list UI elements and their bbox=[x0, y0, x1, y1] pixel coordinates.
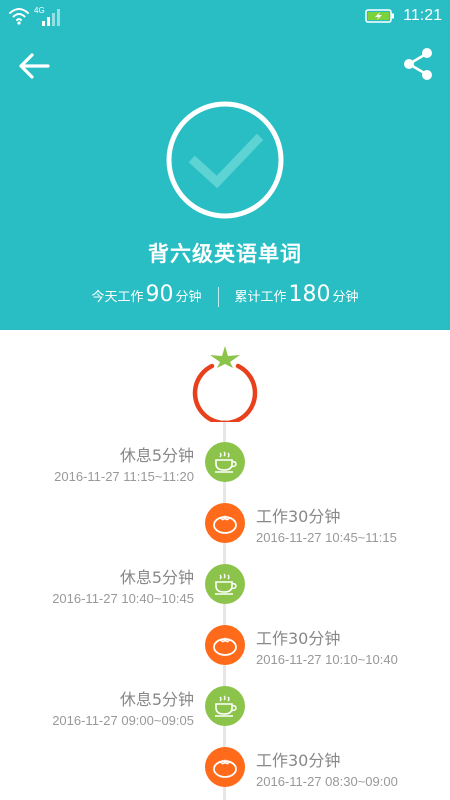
completed-check-circle bbox=[165, 100, 285, 220]
timeline-item-time: 2016-11-27 10:45~11:15 bbox=[256, 530, 397, 545]
status-time: 11:21 bbox=[403, 7, 442, 24]
wifi-signal-icons: 4G bbox=[9, 6, 60, 26]
rest-node bbox=[205, 442, 245, 482]
timeline-item[interactable]: 工作30分钟 2016-11-27 08:30~09:00 bbox=[256, 747, 398, 789]
app-bar bbox=[0, 40, 450, 92]
battery-charging-icon bbox=[365, 9, 395, 23]
rest-node bbox=[205, 564, 245, 604]
timeline-item[interactable]: 工作30分钟 2016-11-27 10:45~11:15 bbox=[256, 503, 397, 545]
timeline-item-time: 2016-11-27 08:30~09:00 bbox=[256, 774, 398, 789]
total-label: 累计工作 bbox=[234, 290, 287, 305]
coffee-cup-icon bbox=[215, 573, 237, 595]
today-label: 今天工作 bbox=[91, 290, 144, 305]
share-icon bbox=[404, 48, 432, 80]
status-right: 11:21 bbox=[365, 6, 442, 26]
tomato-start-marker bbox=[190, 342, 260, 426]
arrow-left-icon bbox=[19, 53, 50, 79]
signal-icon bbox=[42, 9, 60, 26]
status-left: 4G bbox=[8, 5, 64, 27]
work-node bbox=[205, 625, 245, 665]
wifi-icon bbox=[9, 8, 29, 21]
timeline-item-title: 休息5分钟 bbox=[119, 568, 194, 587]
rest-node bbox=[205, 686, 245, 726]
tomato-icon bbox=[213, 637, 237, 656]
total-unit: 分钟 bbox=[332, 290, 359, 305]
timeline-item-time: 2016-11-27 10:40~10:45 bbox=[52, 591, 194, 606]
today-minutes: 90 bbox=[145, 282, 174, 307]
timeline-item-time: 2016-11-27 10:10~10:40 bbox=[256, 652, 398, 667]
coffee-cup-icon bbox=[215, 695, 237, 717]
tomato-ring-icon bbox=[192, 346, 258, 426]
status-bar: 4G 11:21 bbox=[0, 0, 450, 32]
work-stats: 今天工作 90 分钟 累计工作 180 分钟 bbox=[0, 282, 450, 312]
work-node bbox=[205, 747, 245, 787]
timeline-item-time: 2016-11-27 09:00~09:05 bbox=[52, 713, 194, 728]
share-button[interactable] bbox=[400, 46, 436, 82]
timeline-item[interactable]: 工作30分钟 2016-11-27 10:10~10:40 bbox=[256, 625, 398, 667]
tomato-icon bbox=[213, 759, 237, 778]
timeline-item[interactable]: 休息5分钟 2016-11-27 09:00~09:05 bbox=[52, 686, 194, 728]
coffee-cup-icon bbox=[215, 451, 237, 473]
timeline-item-title: 休息5分钟 bbox=[119, 690, 194, 709]
total-minutes: 180 bbox=[288, 282, 331, 307]
timeline-item[interactable]: 休息5分钟 2016-11-27 11:15~11:20 bbox=[54, 442, 194, 484]
timeline-item-title: 休息5分钟 bbox=[119, 446, 194, 465]
check-icon bbox=[166, 101, 284, 219]
stats-divider bbox=[217, 287, 219, 307]
timeline-item-time: 2016-11-27 11:15~11:20 bbox=[54, 469, 194, 484]
back-button[interactable] bbox=[16, 48, 56, 84]
network-type: 4G bbox=[34, 6, 45, 15]
today-unit: 分钟 bbox=[175, 290, 202, 305]
timeline-item-title: 工作30分钟 bbox=[256, 629, 341, 648]
tomato-icon bbox=[213, 515, 237, 534]
timeline-item[interactable]: 休息5分钟 2016-11-27 10:40~10:45 bbox=[52, 564, 194, 606]
timeline-item-title: 工作30分钟 bbox=[256, 751, 341, 770]
header: 4G 11:21 背六级英语单词 今天工作 90 分钟 累计工作 180 分钟 bbox=[0, 0, 450, 330]
timeline-item-title: 工作30分钟 bbox=[256, 507, 341, 526]
work-node bbox=[205, 503, 245, 543]
task-title: 背六级英语单词 bbox=[148, 242, 302, 266]
